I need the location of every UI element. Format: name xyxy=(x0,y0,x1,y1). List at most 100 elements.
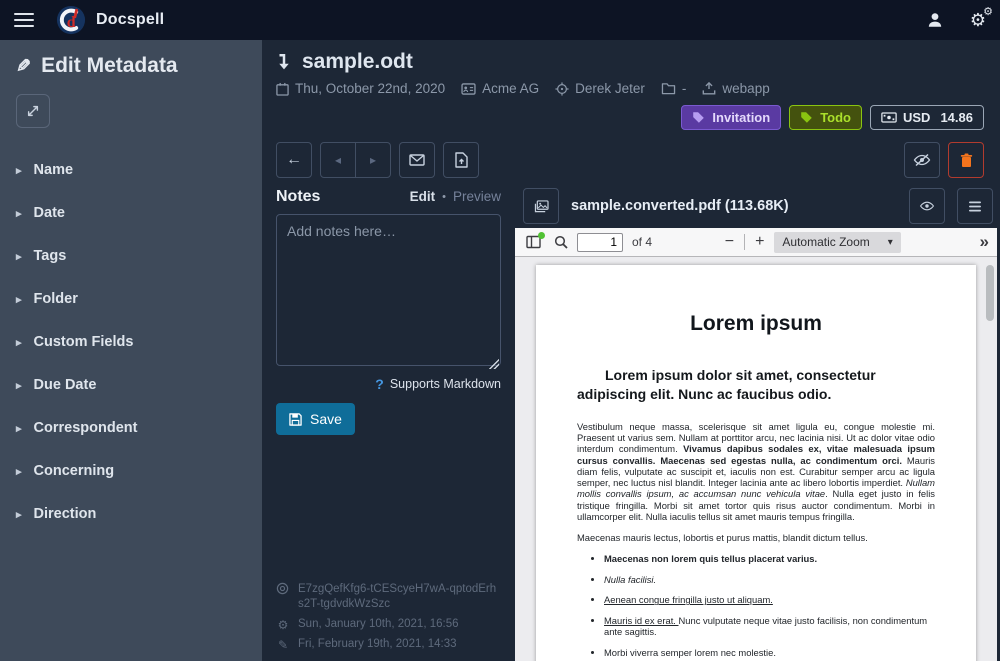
file-upload-icon xyxy=(455,152,468,168)
item-id-row: E7zgQefKfg6-tCEScyeH7wA-qptodErhs2T-tgdv… xyxy=(276,582,501,613)
textarea-resize-handle[interactable] xyxy=(489,359,499,369)
page-count-label: of 4 xyxy=(632,235,652,249)
calendar-icon xyxy=(276,82,289,96)
page-number-input[interactable] xyxy=(577,233,623,252)
pdf-sidebar-toggle-button[interactable] xyxy=(523,232,545,252)
pdf-page: Lorem ipsum Lorem ipsum dolor sit amet, … xyxy=(536,265,976,661)
caret-right-icon: ▸ xyxy=(16,422,22,435)
eye-icon xyxy=(919,200,935,212)
tag-badge-invitation[interactable]: Invitation xyxy=(681,105,781,130)
images-icon xyxy=(534,200,549,213)
notes-tab-edit[interactable]: Edit xyxy=(410,189,436,204)
sidebar-title-label: Edit Metadata xyxy=(41,54,178,78)
crosshair-icon xyxy=(555,82,569,96)
arrow-turn-down-icon xyxy=(276,53,292,71)
doc-paragraph: Maecenas mauris lectus, lobortis et puru… xyxy=(577,532,935,543)
user-icon[interactable] xyxy=(926,11,944,29)
folder-icon xyxy=(661,82,676,95)
doc-bullet: Mauris id ex erat. Nunc vulputate neque … xyxy=(604,615,935,638)
sidebar-item-custom-fields[interactable]: ▸ Custom Fields xyxy=(16,326,246,358)
edit-metadata-sidebar: ✎ Edit Metadata ▸ Name ▸ Date ▸ Tags ▸ xyxy=(0,40,262,661)
attachment-list-button[interactable] xyxy=(523,188,559,224)
delete-button[interactable] xyxy=(948,142,984,178)
unconfirm-button[interactable] xyxy=(904,142,940,178)
zoom-in-button[interactable]: + xyxy=(755,234,764,250)
pencil-icon: ✎ xyxy=(276,637,290,653)
custom-field-badge-usd[interactable]: USD 14.86 xyxy=(870,105,984,130)
money-bill-icon xyxy=(881,112,897,123)
sidebar-item-date[interactable]: ▸ Date xyxy=(16,197,246,229)
pdf-page-area: Lorem ipsum Lorem ipsum dolor sit amet, … xyxy=(515,257,997,661)
app-title: Docspell xyxy=(96,11,164,29)
item-created-row: ⚙ Sun, January 10th, 2021, 16:56 xyxy=(276,617,501,633)
expand-all-button[interactable] xyxy=(16,94,50,128)
doc-bullet: Aenean congue fringilla justo ut aliquam… xyxy=(604,594,935,605)
bars-icon xyxy=(968,201,982,212)
next-item-button[interactable]: ▸ xyxy=(355,142,391,178)
caret-right-icon: ▸ xyxy=(16,379,22,392)
sidebar-title: ✎ Edit Metadata xyxy=(16,54,246,78)
caret-right-icon: ▸ xyxy=(16,508,22,521)
zoom-out-button[interactable]: − xyxy=(725,234,734,250)
hamburger-menu-icon[interactable] xyxy=(14,9,34,31)
notes-tab-preview[interactable]: Preview xyxy=(453,189,501,204)
attachment-panel: sample.converted.pdf (113.68K) xyxy=(515,184,1000,661)
app-brand: d Docspell xyxy=(56,5,164,35)
settings-gears-icon[interactable]: ⚙⚙ xyxy=(970,11,986,29)
sidebar-item-folder[interactable]: ▸ Folder xyxy=(16,283,246,315)
tab-separator-dot: • xyxy=(442,191,446,203)
notes-input[interactable] xyxy=(276,214,501,366)
view-original-button[interactable] xyxy=(909,188,945,224)
item-toolbar: ← ◂ ▸ xyxy=(262,130,1000,178)
notes-title: Notes xyxy=(276,188,320,206)
doc-subtitle: Lorem ipsum dolor sit amet, consectetur … xyxy=(577,366,935,404)
sidebar-item-tags[interactable]: ▸ Tags xyxy=(16,240,246,272)
pdf-scrollbar-thumb[interactable] xyxy=(986,265,994,321)
attachment-menu-button[interactable] xyxy=(957,188,993,224)
markdown-hint-link[interactable]: ? Supports Markdown xyxy=(276,376,501,392)
zoom-select[interactable]: Automatic Zoom ▾ xyxy=(774,232,900,253)
send-mail-button[interactable] xyxy=(399,142,435,178)
caret-right-icon: ▸ xyxy=(16,293,22,306)
envelope-icon xyxy=(409,154,425,166)
gear-icon: ⚙ xyxy=(276,617,290,633)
item-correspondent: Acme AG xyxy=(461,81,539,96)
item-meta-row: Thu, October 22nd, 2020 Acme AG xyxy=(276,81,984,96)
item-title: sample.odt xyxy=(302,50,413,74)
sidebar-item-correspondent[interactable]: ▸ Correspondent xyxy=(16,412,246,444)
top-navbar: d Docspell ⚙⚙ xyxy=(0,0,1000,40)
toolbar-more-button[interactable]: » xyxy=(980,232,989,252)
metadata-section-list: ▸ Name ▸ Date ▸ Tags ▸ Folder ▸ Custom F… xyxy=(16,154,246,530)
bullseye-icon xyxy=(276,582,289,595)
badge-row: Invitation Todo USD 14.86 xyxy=(276,105,984,130)
outline-indicator-dot xyxy=(538,232,545,239)
caret-right-icon: ▸ xyxy=(16,465,22,478)
sidebar-item-due-date[interactable]: ▸ Due Date xyxy=(16,369,246,401)
item-created: Sun, January 10th, 2021, 16:56 xyxy=(298,617,458,633)
doc-paragraph: Vestibulum neque massa, scelerisque sit … xyxy=(577,421,935,523)
svg-text:d: d xyxy=(67,14,76,31)
doc-bullet: Nulla facilisi. xyxy=(604,574,935,585)
tag-icon xyxy=(800,111,813,124)
tag-badge-todo[interactable]: Todo xyxy=(789,105,862,130)
caret-right-icon: ▸ xyxy=(16,164,22,177)
sidebar-item-name[interactable]: ▸ Name xyxy=(16,154,246,186)
back-button[interactable]: ← xyxy=(276,142,312,178)
chevron-down-icon: ▾ xyxy=(888,237,893,248)
prev-item-button[interactable]: ◂ xyxy=(320,142,356,178)
tag-icon xyxy=(692,111,705,124)
item-detail-main: sample.odt Thu, October 22nd, 2020 xyxy=(262,40,1000,661)
item-updated: Fri, February 19th, 2021, 14:33 xyxy=(298,637,457,653)
caret-right-icon: ▸ xyxy=(16,336,22,349)
add-files-button[interactable] xyxy=(443,142,479,178)
item-title-row: sample.odt xyxy=(276,50,984,74)
save-floppy-icon xyxy=(289,413,302,426)
sidebar-item-direction[interactable]: ▸ Direction xyxy=(16,498,246,530)
item-source: webapp xyxy=(702,81,769,96)
sidebar-item-concerning[interactable]: ▸ Concerning xyxy=(16,455,246,487)
save-button[interactable]: Save xyxy=(276,403,355,435)
item-id: E7zgQefKfg6-tCEScyeH7wA-qptodErhs2T-tgdv… xyxy=(298,582,498,613)
attachment-filename: sample.converted.pdf (113.68K) xyxy=(571,198,897,214)
search-icon[interactable] xyxy=(554,235,568,249)
doc-title: Lorem ipsum xyxy=(577,312,935,336)
